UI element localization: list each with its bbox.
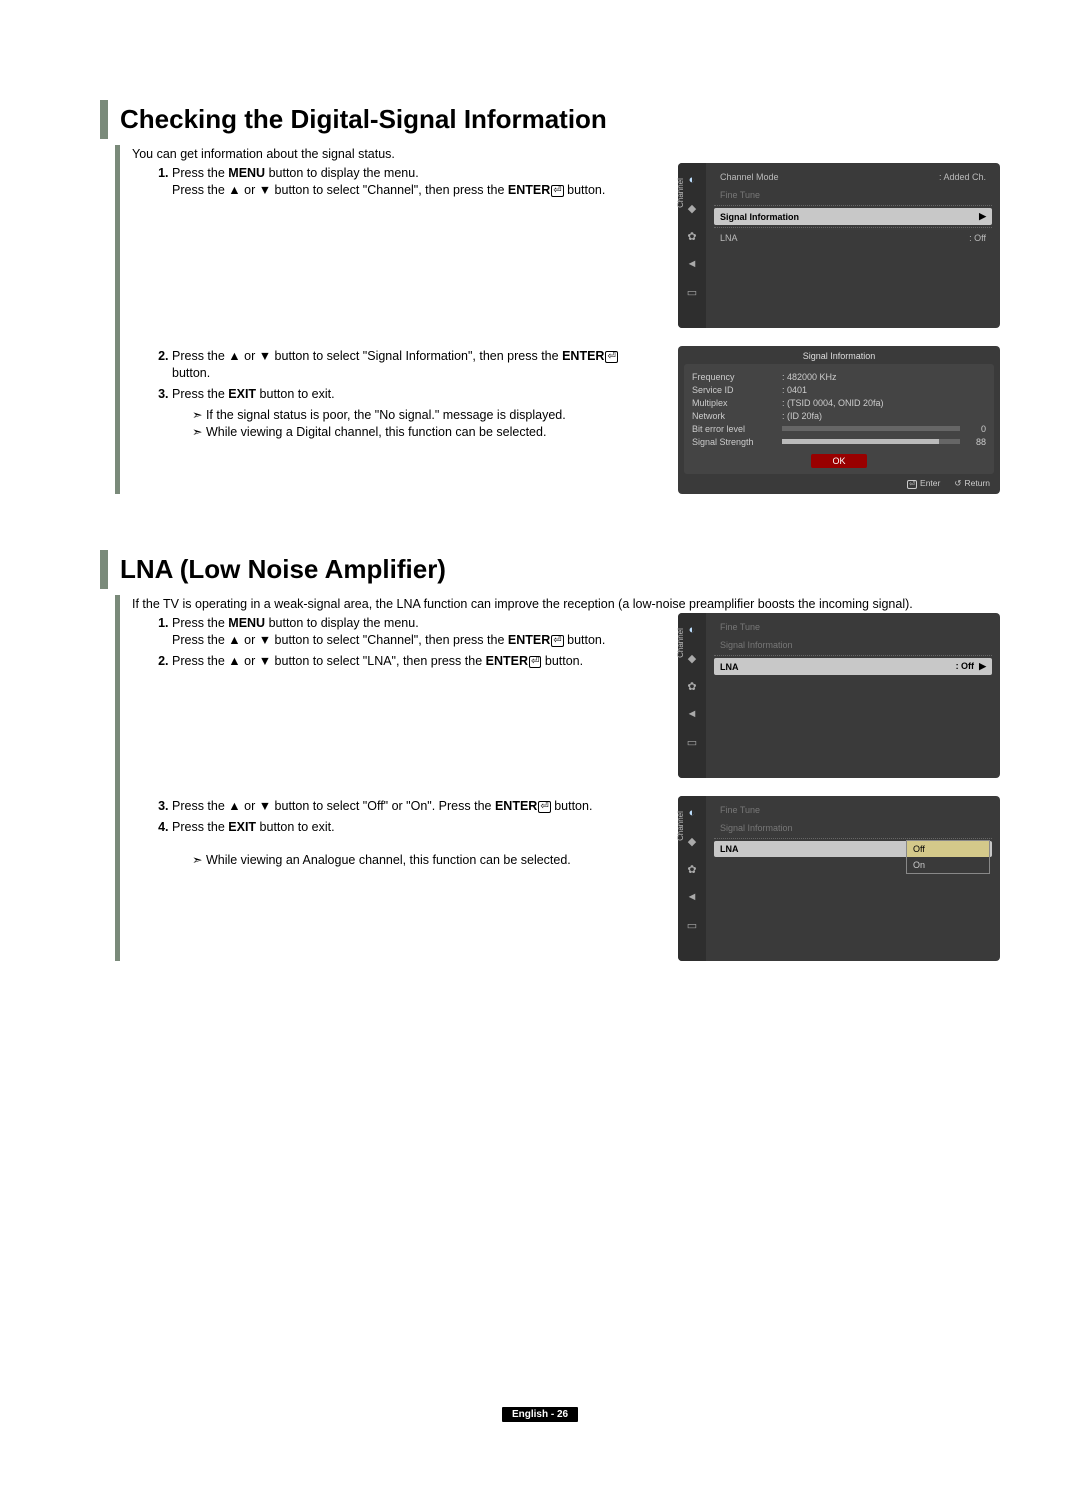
menu-row-lna: LNA : Off	[714, 230, 992, 246]
enter-icon	[604, 349, 617, 363]
intro-accent-bar	[115, 145, 120, 494]
osd-sidebar-label: Channel	[676, 628, 685, 658]
menu-row-lna[interactable]: LNA : Off ▶	[714, 658, 992, 675]
input-icon: ◄	[685, 707, 699, 721]
menu-row-channel-mode: Channel Mode : Added Ch.	[714, 169, 992, 185]
section1-intro: You can get information about the signal…	[132, 145, 1000, 163]
section1-step2: Press the ▲ or ▼ button to select "Signa…	[172, 348, 658, 382]
info-row-bit-error: Bit error level 0	[692, 422, 986, 435]
signal-strength-bar	[782, 439, 939, 444]
osd-channel-menu-3: Channel ◐ ◆ ✿ ◄ ▭ Fine Tune Signal Infor…	[678, 796, 1000, 961]
menu-row-fine-tune: Fine Tune	[714, 619, 992, 635]
enter-icon	[528, 654, 541, 668]
info-row-frequency: Frequency : 482000 KHz	[692, 370, 986, 383]
intro-accent-bar	[115, 595, 120, 961]
app-icon: ▭	[685, 285, 699, 299]
osd-channel-menu-1: Channel ◐ ◆ ✿ ◄ ▭ Channel Mode : Added C…	[678, 163, 1000, 328]
info-row-multiplex: Multiplex : (TSID 0004, ONID 20fa)	[692, 396, 986, 409]
footer-return: Return	[954, 478, 990, 489]
section-title-lna: LNA (Low Noise Amplifier)	[120, 550, 446, 589]
osd-signal-information: Signal Information Frequency : 482000 KH…	[678, 346, 1000, 494]
enter-icon	[537, 799, 550, 813]
menu-divider	[714, 655, 992, 656]
menu-divider	[714, 205, 992, 206]
section2-step4: Press the EXIT button to exit.	[172, 819, 658, 836]
section2-step3: Press the ▲ or ▼ button to select "Off" …	[172, 798, 658, 815]
enter-icon	[550, 633, 563, 647]
input-icon: ◄	[685, 257, 699, 271]
osd-sidebar-label: Channel	[676, 811, 685, 841]
page-footer: English - 26	[0, 1404, 1080, 1422]
menu-row-signal-info[interactable]: Signal Information ▶	[714, 208, 992, 225]
info-row-network: Network : (ID 20fa)	[692, 409, 986, 422]
globe-icon: ◐	[685, 806, 699, 820]
menu-row-fine-tune: Fine Tune	[714, 802, 992, 818]
globe-icon: ◐	[685, 173, 699, 187]
osd-sidebar-label: Channel	[676, 178, 685, 208]
section1-step3: Press the EXIT button to exit.	[172, 386, 658, 403]
input-icon: ◄	[685, 890, 699, 904]
globe-icon: ◐	[685, 623, 699, 637]
page-number: English - 26	[502, 1407, 578, 1422]
picture-icon: ◆	[685, 201, 699, 215]
section-title-signal-info: Checking the Digital-Signal Information	[120, 100, 607, 139]
section1-note2: While viewing a Digital channel, this fu…	[192, 424, 658, 441]
menu-row-fine-tune: Fine Tune	[714, 187, 992, 203]
section-accent-bar	[100, 550, 108, 589]
section1-step1: Press the MENU button to display the men…	[172, 165, 658, 199]
lna-options-popup: Off On	[906, 840, 990, 874]
gear-icon: ✿	[685, 229, 699, 243]
picture-icon: ◆	[685, 651, 699, 665]
footer-enter: Enter	[907, 478, 940, 489]
section-accent-bar	[100, 100, 108, 139]
menu-divider	[714, 838, 992, 839]
menu-divider	[714, 227, 992, 228]
menu-row-signal-info: Signal Information	[714, 637, 992, 653]
gear-icon: ✿	[685, 862, 699, 876]
section2-step2: Press the ▲ or ▼ button to select "LNA",…	[172, 653, 658, 670]
section1-note1: If the signal status is poor, the "No si…	[192, 407, 658, 424]
osd-channel-menu-2: Channel ◐ ◆ ✿ ◄ ▭ Fine Tune Signal Infor…	[678, 613, 1000, 778]
ok-button[interactable]: OK	[811, 454, 867, 468]
menu-row-signal-info: Signal Information	[714, 820, 992, 836]
picture-icon: ◆	[685, 834, 699, 848]
option-off[interactable]: Off	[907, 841, 989, 857]
gear-icon: ✿	[685, 679, 699, 693]
section2-step1: Press the MENU button to display the men…	[172, 615, 658, 649]
chevron-right-icon: ▶	[979, 661, 986, 671]
app-icon: ▭	[685, 918, 699, 932]
enter-icon	[550, 183, 563, 197]
info-row-signal-strength: Signal Strength 88	[692, 435, 986, 448]
option-on[interactable]: On	[907, 857, 989, 873]
osd-info-title: Signal Information	[678, 346, 1000, 364]
chevron-right-icon: ▶	[979, 211, 986, 222]
info-row-service-id: Service ID : 0401	[692, 383, 986, 396]
section2-intro: If the TV is operating in a weak-signal …	[132, 595, 1000, 613]
section2-note1: While viewing an Analogue channel, this …	[192, 852, 658, 869]
app-icon: ▭	[685, 735, 699, 749]
